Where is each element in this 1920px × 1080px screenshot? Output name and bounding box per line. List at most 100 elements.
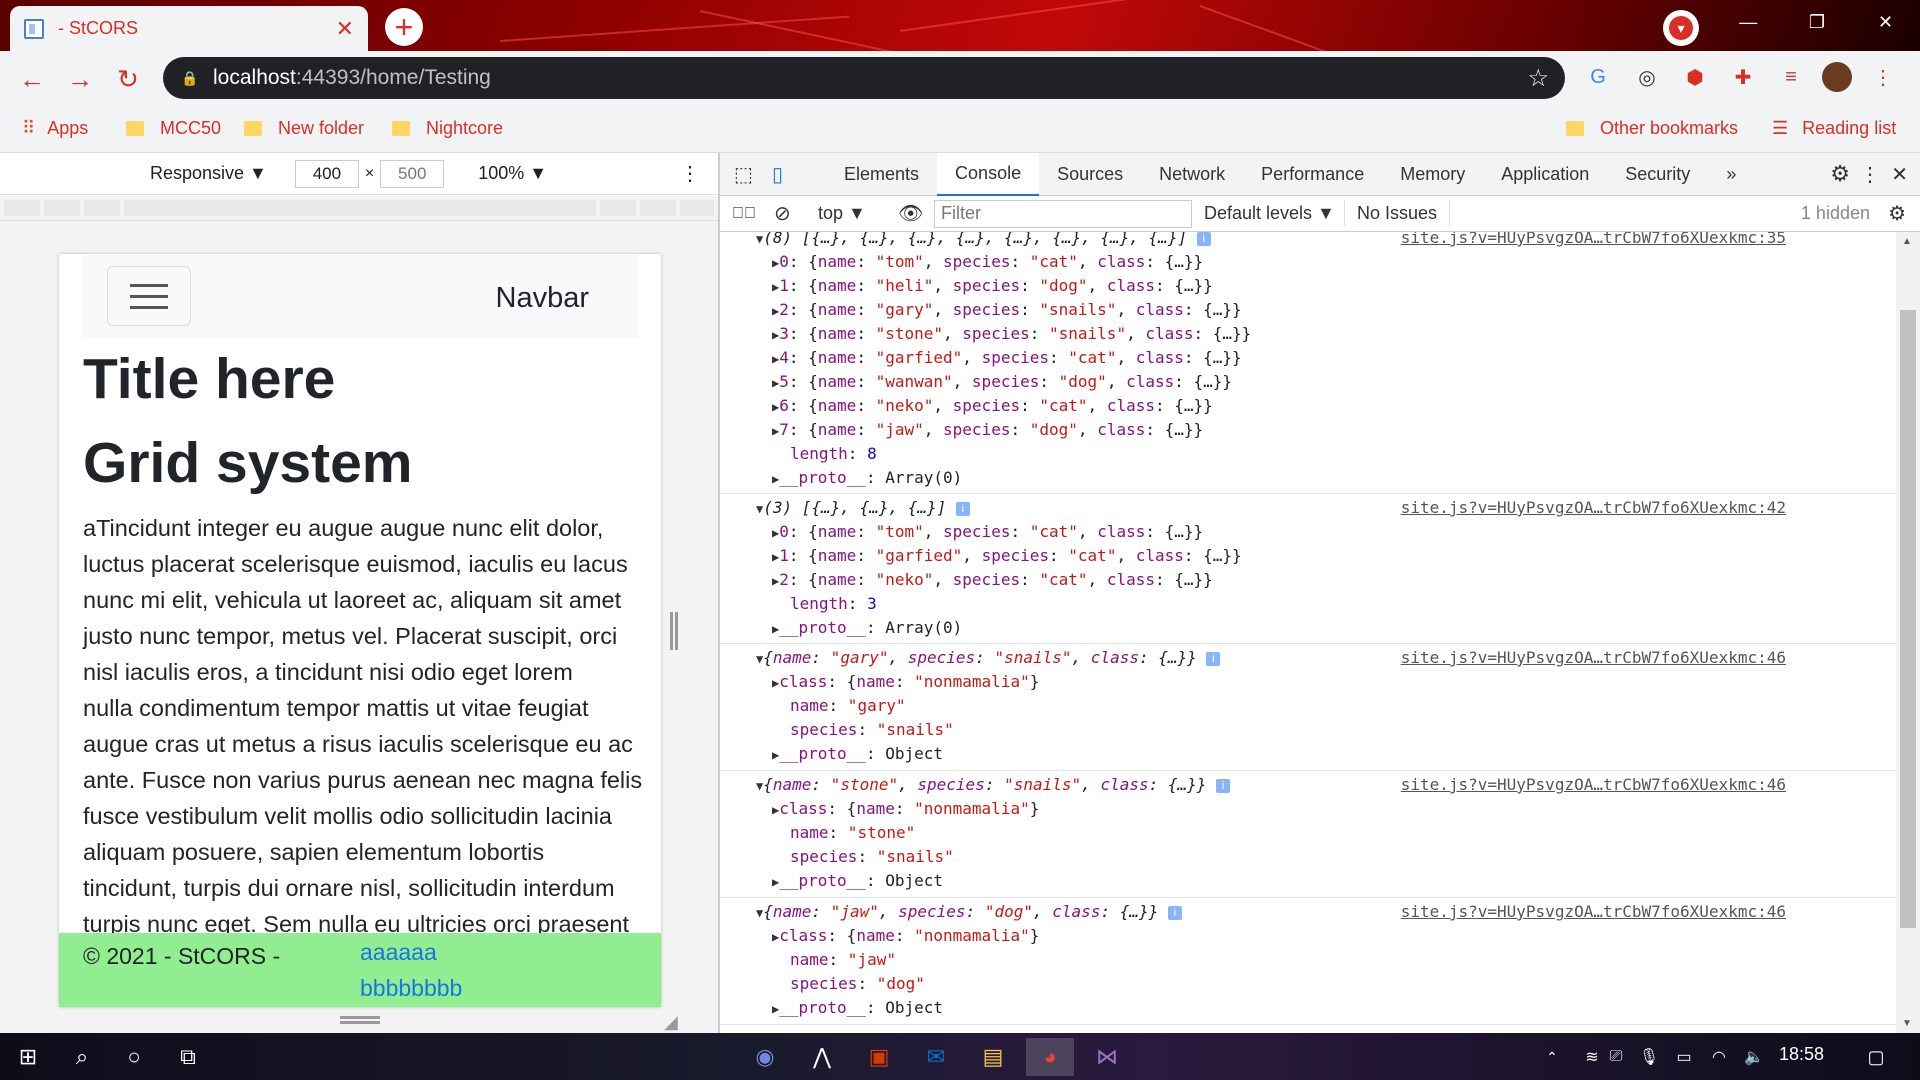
close-window-button[interactable]: ✕ <box>1851 0 1920 44</box>
tab-memory[interactable]: Memory <box>1382 153 1483 196</box>
bookmark-other[interactable]: Other bookmarks <box>1566 113 1738 143</box>
console-object-header: ▼{name: "gary", species: "snails", class… <box>756 646 1221 670</box>
console-object-class: ▶class: {name: "nonmamalia"} <box>772 799 1040 818</box>
chrome-menu-icon[interactable]: ⋮ <box>1868 62 1898 92</box>
inspect-element-icon[interactable]: ⬚ <box>734 162 764 187</box>
bookmark-star-icon[interactable]: ☆ <box>1527 64 1549 93</box>
media-queue-icon[interactable]: ≡ <box>1776 62 1806 92</box>
volume-icon[interactable]: 🔈 <box>1730 1038 1778 1076</box>
media-query-ruler[interactable] <box>0 196 718 221</box>
devtools-menu-icon[interactable]: ⋮ <box>1860 162 1880 187</box>
device-mode-select[interactable]: Responsive ▼ <box>150 163 267 184</box>
extensions-puzzle-icon[interactable]: ✚ <box>1728 62 1758 92</box>
app-icon[interactable]: ⋀ <box>798 1038 846 1076</box>
visual-studio-icon[interactable]: ⋈ <box>1083 1038 1131 1076</box>
viewport-height-input[interactable]: 500 <box>380 159 445 188</box>
console-array-item: ▶3: {name: "stone", species: "snails", c… <box>772 324 1252 343</box>
viewport-side-resize-handle[interactable] <box>670 612 678 650</box>
adblock-extension-icon[interactable]: ⬢ <box>1680 62 1710 92</box>
console-array-item: ▶7: {name: "jaw", species: "dog", class:… <box>772 420 1204 439</box>
bookmark-nightcore[interactable]: Nightcore <box>392 113 503 143</box>
console-array-item: ▶0: {name: "tom", species: "cat", class:… <box>772 522 1204 541</box>
body-line: nunc mi elit, vehicula ut laoreet ac, al… <box>83 587 622 613</box>
clear-console-icon[interactable]: ⊘ <box>774 201 808 226</box>
console-message[interactable]: ▼{name: "stone", species: "snails", clas… <box>720 771 1896 898</box>
tab-security[interactable]: Security <box>1607 153 1708 196</box>
console-source-link[interactable]: site.js?v=HUyPsvgzOA…trCbW7fo6XUexkmc:46 <box>1401 773 1786 797</box>
office-icon[interactable]: ▣ <box>855 1038 903 1076</box>
viewport-bottom-resize-handle[interactable] <box>340 1016 380 1024</box>
back-icon[interactable]: ← <box>15 62 49 96</box>
bookmark-apps[interactable]: ⠿ Apps <box>22 113 88 143</box>
bookmark-new-folder[interactable]: New folder <box>244 113 364 143</box>
tab-performance[interactable]: Performance <box>1243 153 1382 196</box>
console-message[interactable]: ▼{name: "gary", species: "snails", class… <box>720 644 1896 771</box>
navbar-brand[interactable]: Navbar <box>496 282 590 315</box>
search-icon[interactable]: ⌕ <box>58 1038 106 1076</box>
address-bar[interactable]: 🔒 localhost:44393/home/Testing ☆ <box>163 57 1565 99</box>
tab-network[interactable]: Network <box>1141 153 1243 196</box>
more-tabs-button[interactable]: » <box>1708 153 1754 196</box>
body-line: justo nunc tempor, metus vel. Placerat s… <box>83 623 618 649</box>
console-source-link[interactable]: site.js?v=HUyPsvgzOA…trCbW7fo6XUexkmc:35 <box>1401 232 1786 250</box>
console-message[interactable]: ▼(3) [{…}, {…}, {…}] i site.js?v=HUyPsvgz… <box>720 494 1896 644</box>
issues-button[interactable]: No Issues <box>1344 201 1451 226</box>
sidebar-toggle-icon[interactable]: ▶⃞ <box>732 205 762 223</box>
console-scrollbar-thumb[interactable] <box>1900 310 1916 928</box>
minimize-button[interactable]: — <box>1714 0 1783 44</box>
console-source-link[interactable]: site.js?v=HUyPsvgzOA…trCbW7fo6XUexkmc:42 <box>1401 496 1786 520</box>
file-explorer-icon[interactable]: ▤ <box>969 1038 1017 1076</box>
context-select[interactable]: top ▼ <box>818 203 888 224</box>
windows-start-icon[interactable]: ⊞ <box>4 1038 52 1076</box>
tab-sources[interactable]: Sources <box>1039 153 1141 196</box>
console-message[interactable]: ▼(8) [{…}, {…}, {…}, {…}, {…}, {…}, {…},… <box>720 232 1896 494</box>
cortana-icon[interactable]: ○ <box>110 1038 158 1076</box>
translate-extension-icon[interactable]: G <box>1583 62 1613 92</box>
devtools-tab-bar: ⬚ ▯ Elements Console Sources Network Per… <box>720 152 1920 196</box>
chrome-taskbar-icon[interactable]: ◕ <box>1026 1038 1074 1076</box>
console-message[interactable]: ▼{name: "jaw", species: "dog", class: {…… <box>720 898 1896 1025</box>
media-control-icon[interactable]: ▾ <box>1663 10 1699 46</box>
reading-list[interactable]: ☰ Reading list <box>1772 113 1896 143</box>
footer-link[interactable]: aaaaaa <box>360 939 437 966</box>
mail-icon[interactable]: ✉ <box>912 1038 960 1076</box>
live-expression-eye-icon[interactable]: 👁 <box>898 201 934 226</box>
browser-tab[interactable]: - StCORS ✕ <box>10 6 368 51</box>
notifications-icon[interactable]: ▢ <box>1852 1038 1900 1076</box>
viewport-corner-resize-handle[interactable]: ◢ <box>664 1012 678 1033</box>
forward-icon[interactable]: → <box>63 62 97 96</box>
device-more-icon[interactable]: ⋮ <box>680 161 700 186</box>
new-tab-button[interactable]: + <box>385 8 423 46</box>
tab-application[interactable]: Application <box>1483 153 1607 196</box>
footer-link[interactable]: bbbbbbbb <box>360 975 462 1002</box>
discord-icon[interactable]: ◉ <box>741 1038 789 1076</box>
extension-icon[interactable]: ◎ <box>1632 62 1662 92</box>
task-view-icon[interactable]: ⧉ <box>164 1038 212 1076</box>
settings-gear-icon[interactable]: ⚙ <box>1830 161 1850 187</box>
console-object-name: name: "stone" <box>790 823 916 842</box>
reload-icon[interactable]: ↻ <box>111 62 145 96</box>
clock[interactable]: 18:58 <box>1779 1044 1824 1065</box>
body-line: augue cras ut metus a risus iaculis scel… <box>83 731 633 757</box>
device-toggle-icon[interactable]: ▯ <box>772 162 808 187</box>
close-devtools-icon[interactable]: ✕ <box>1891 162 1908 187</box>
page-body-text: aTincidunt integer eu augue augue nunc e… <box>83 510 643 942</box>
tab-console[interactable]: Console <box>937 152 1040 196</box>
bookmark-mcc50[interactable]: MCC50 <box>126 113 221 143</box>
viewport-width-input[interactable]: 400 <box>294 159 359 188</box>
profile-avatar[interactable] <box>1822 62 1852 92</box>
restore-button[interactable]: ❐ <box>1783 0 1852 44</box>
console-source-link[interactable]: site.js?v=HUyPsvgzOA…trCbW7fo6XUexkmc:46 <box>1401 900 1786 924</box>
console-object-name: name: "gary" <box>790 696 906 715</box>
bookmark-label: MCC50 <box>160 117 222 138</box>
log-levels-select[interactable]: Default levels ▼ <box>1204 203 1344 224</box>
console-filter-input[interactable]: Filter <box>934 199 1192 228</box>
zoom-select[interactable]: 100% ▼ <box>478 163 547 184</box>
console-proto: ▶__proto__: Array(0) <box>772 468 963 487</box>
tab-elements[interactable]: Elements <box>826 153 937 196</box>
tab-close-icon[interactable]: ✕ <box>336 16 354 42</box>
console-settings-icon[interactable]: ⚙ <box>1888 201 1906 226</box>
console-source-link[interactable]: site.js?v=HUyPsvgzOA…trCbW7fo6XUexkmc:46 <box>1401 646 1786 670</box>
body-line: aliquam posuere, sapien elementum lobort… <box>83 839 545 865</box>
hamburger-menu-icon[interactable] <box>107 266 191 326</box>
